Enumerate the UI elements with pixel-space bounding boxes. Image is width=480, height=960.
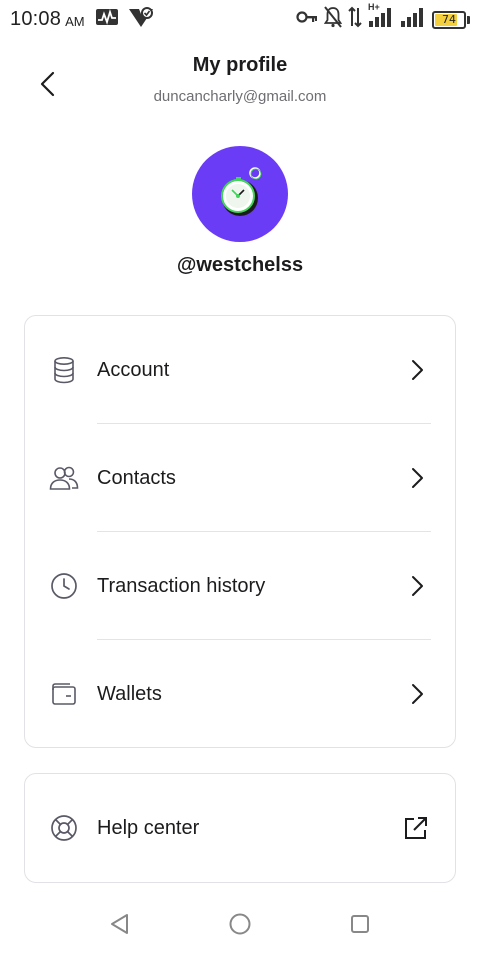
stopwatch-avatar-icon xyxy=(221,167,262,216)
menu-item-label: Account xyxy=(97,358,170,381)
recents-square-icon[interactable] xyxy=(345,909,375,939)
network-type-label: H+ xyxy=(368,2,380,12)
menu-item-label: Contacts xyxy=(97,466,176,489)
menu-item-transaction-history[interactable]: Transaction history xyxy=(25,532,455,640)
user-email: duncancharly@gmail.com xyxy=(153,88,327,105)
menu-item-label: Transaction history xyxy=(97,574,266,597)
help-card: Help center xyxy=(24,773,456,883)
clock-icon xyxy=(49,571,79,601)
external-link-icon xyxy=(403,814,429,842)
wallet-icon xyxy=(49,679,79,709)
database-icon xyxy=(49,355,79,385)
status-bar: 10:08 AM H+ 74 xyxy=(0,0,480,38)
chevron-right-icon xyxy=(407,572,427,600)
status-ampm: AM xyxy=(65,13,85,29)
chevron-right-icon xyxy=(407,464,427,492)
username: @westchelss xyxy=(176,254,304,276)
activity-icon xyxy=(95,7,119,32)
signal-strength-icon: H+ xyxy=(368,2,394,33)
menu-item-contacts[interactable]: Contacts xyxy=(25,424,455,532)
battery-icon: 74 xyxy=(432,10,466,29)
avatar[interactable] xyxy=(192,146,288,242)
data-transfer-icon xyxy=(348,6,362,33)
users-icon xyxy=(49,463,79,493)
menu-item-help-center[interactable]: Help center xyxy=(25,774,455,882)
profile-menu-card: Account Contacts Transaction history Wal… xyxy=(24,315,456,748)
chevron-right-icon xyxy=(407,356,427,384)
app-notification-icon xyxy=(127,5,155,34)
status-time: 10:08 xyxy=(10,7,62,30)
lifebuoy-icon xyxy=(49,813,79,843)
system-nav-bar xyxy=(0,900,480,948)
home-circle-icon[interactable] xyxy=(225,909,255,939)
signal-strength-2-icon xyxy=(400,6,426,33)
header: My profile duncancharly@gmail.com xyxy=(0,48,480,118)
menu-item-label: Help center xyxy=(97,816,200,839)
battery-level: 74 xyxy=(442,13,456,26)
menu-item-account[interactable]: Account xyxy=(25,316,455,424)
back-triangle-icon[interactable] xyxy=(105,909,135,939)
menu-item-label: Wallets xyxy=(97,682,162,705)
page-title: My profile xyxy=(192,54,288,76)
menu-item-wallets[interactable]: Wallets xyxy=(25,640,455,748)
vpn-key-icon xyxy=(296,9,318,30)
mute-bell-icon xyxy=(323,6,343,33)
chevron-right-icon xyxy=(407,680,427,708)
